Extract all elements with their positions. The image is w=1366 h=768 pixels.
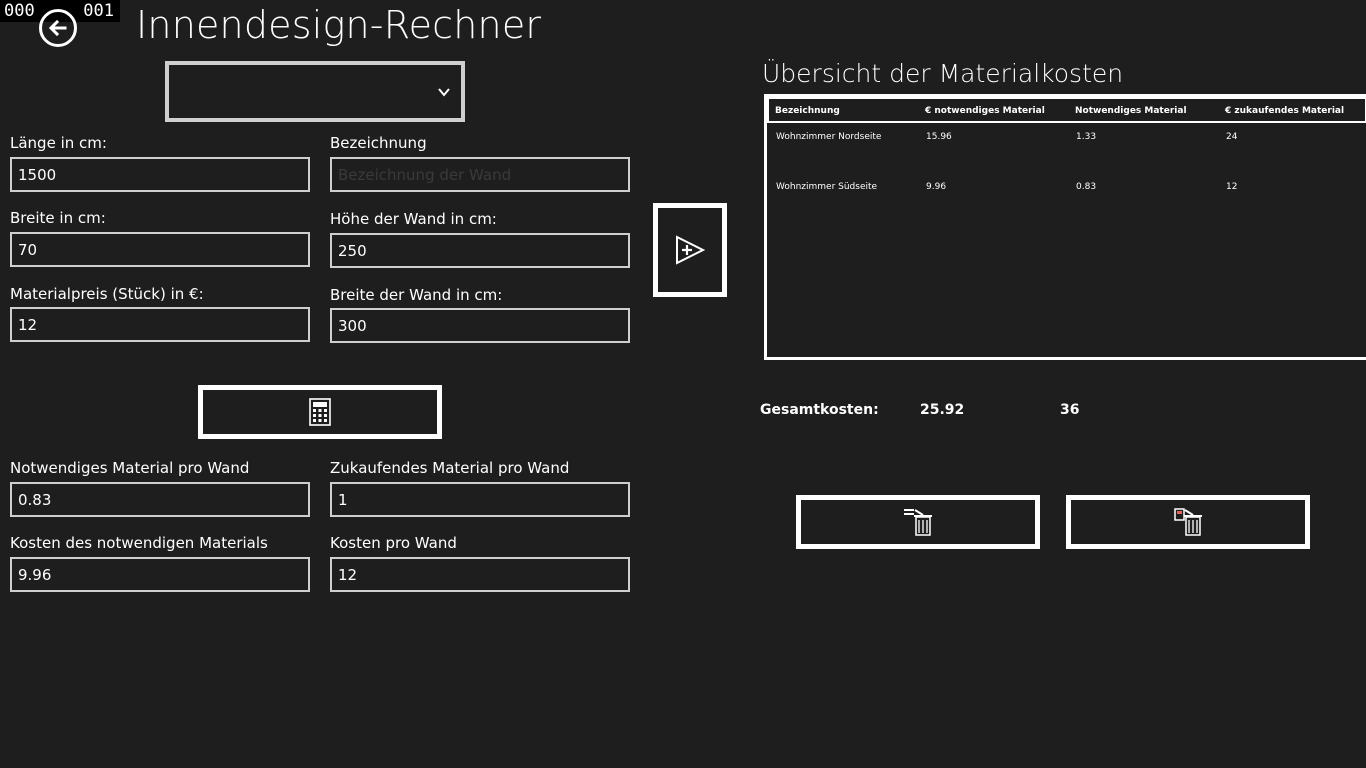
column-header-bezeichnung[interactable]: Bezeichnung <box>775 106 840 116</box>
cell-euro-zukaufend: 24 <box>1226 132 1238 142</box>
back-arrow-icon <box>48 19 67 37</box>
zukaufendes-output[interactable] <box>330 482 630 517</box>
laenge-label: Länge in cm: <box>10 134 107 152</box>
notwendiges-label: Notwendiges Material pro Wand <box>10 459 250 477</box>
materialpreis-input[interactable] <box>10 307 310 342</box>
total-notwendig-value: 25.92 <box>920 402 965 418</box>
delete-all-button[interactable] <box>1066 495 1310 549</box>
cell-bezeichnung: Wohnzimmer Nordseite <box>776 132 882 142</box>
cell-notwendig: 1.33 <box>1076 132 1097 142</box>
kosten-wand-label: Kosten pro Wand <box>330 534 457 552</box>
chevron-down-icon <box>438 88 450 97</box>
breite-wand-input[interactable] <box>330 308 630 343</box>
page-title: Innendesign-Rechner <box>136 3 542 47</box>
table-header-row: Bezeichnung € notwendiges Material Notwe… <box>767 97 1366 123</box>
delete-selected-icon <box>904 509 932 536</box>
column-header-euro-notwendig[interactable]: € notwendiges Material <box>925 106 1045 116</box>
bezeichnung-label: Bezeichnung <box>330 134 427 152</box>
add-to-list-icon <box>676 235 706 265</box>
delete-selected-button[interactable] <box>796 495 1040 549</box>
notwendiges-output[interactable] <box>10 482 310 517</box>
column-header-euro-zukaufend[interactable]: € zukaufendes Material <box>1225 106 1344 116</box>
bezeichnung-input[interactable] <box>330 157 630 192</box>
cell-notwendig: 0.83 <box>1076 182 1097 192</box>
material-cost-table: Bezeichnung € notwendiges Material Notwe… <box>764 94 1366 360</box>
counter-right: 001 <box>83 1 114 21</box>
cell-euro-zukaufend: 12 <box>1226 182 1238 192</box>
laenge-input[interactable] <box>10 157 310 192</box>
totals-label: Gesamtkosten: <box>760 402 879 418</box>
materialpreis-label: Materialpreis (Stück) in €: <box>10 285 204 303</box>
calculator-icon <box>309 398 331 426</box>
overview-title: Übersicht der Materialkosten <box>762 59 1124 88</box>
column-header-notwendig[interactable]: Notwendiges Material <box>1075 106 1187 116</box>
hoehe-wand-label: Höhe der Wand in cm: <box>330 210 497 228</box>
zukaufendes-label: Zukaufendes Material pro Wand <box>330 459 570 477</box>
back-button[interactable] <box>39 9 77 47</box>
counter-left: 000 <box>4 1 35 21</box>
cell-euro-notwendig: 15.96 <box>926 132 952 142</box>
total-zukaufend-value: 36 <box>1060 402 1080 418</box>
cell-euro-notwendig: 9.96 <box>926 182 947 192</box>
add-to-list-button[interactable] <box>653 203 727 297</box>
delete-all-icon <box>1174 508 1202 536</box>
calculate-button[interactable] <box>198 385 442 439</box>
kosten-notwendig-output[interactable] <box>10 557 310 592</box>
breite-label: Breite in cm: <box>10 209 106 227</box>
hoehe-wand-input[interactable] <box>330 233 630 268</box>
breite-wand-label: Breite der Wand in cm: <box>330 286 503 304</box>
breite-input[interactable] <box>10 232 310 267</box>
kosten-notwendig-label: Kosten des notwendigen Materials <box>10 534 268 552</box>
kosten-wand-output[interactable] <box>330 557 630 592</box>
cell-bezeichnung: Wohnzimmer Südseite <box>776 182 878 192</box>
wall-select-dropdown[interactable] <box>165 61 465 122</box>
